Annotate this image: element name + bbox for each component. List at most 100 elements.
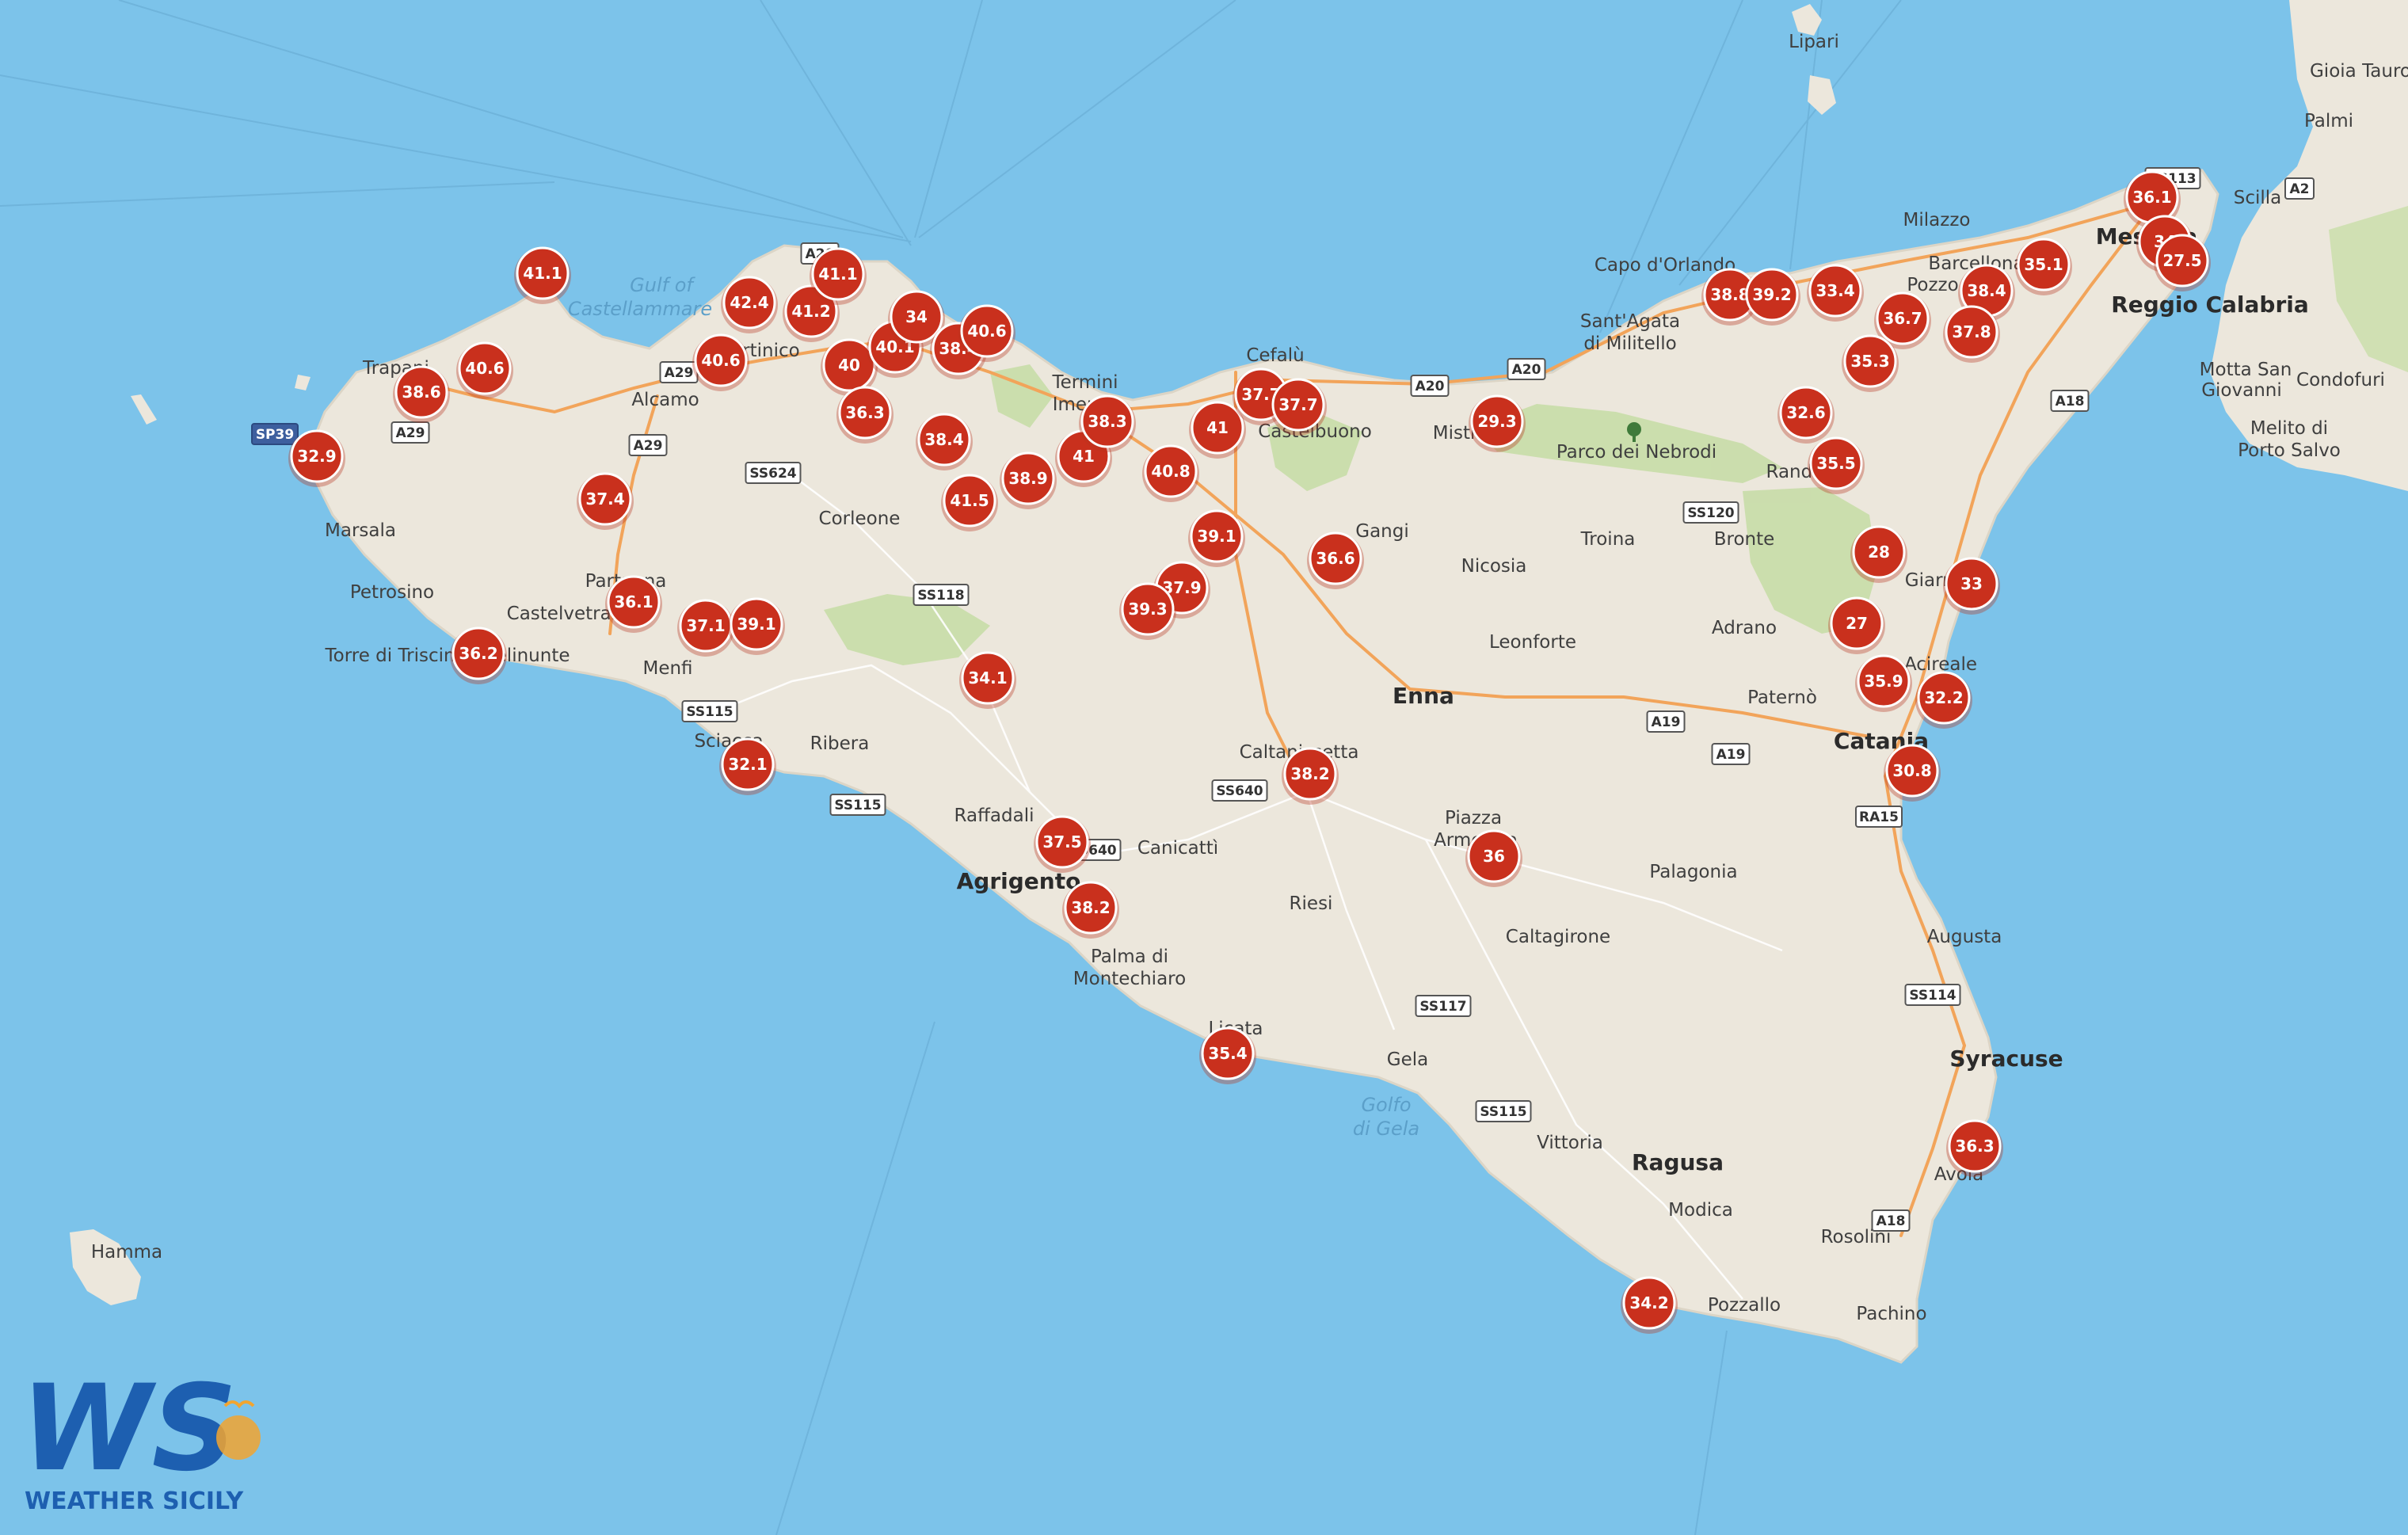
place-label: Alcamo — [631, 390, 699, 410]
temperature-marker[interactable]: 36.2 — [450, 627, 507, 684]
road-shield: A20 — [1507, 358, 1546, 380]
temperature-marker[interactable]: 38.6 — [393, 365, 450, 423]
temperature-marker[interactable]: 33.4 — [1807, 264, 1864, 322]
place-label: Augusta — [1927, 927, 2002, 947]
temperature-marker[interactable]: 40.6 — [456, 341, 513, 399]
road-shield: SP39 — [251, 423, 299, 445]
temperature-marker[interactable]: 40.6 — [958, 304, 1015, 362]
road-shield-label: SS118 — [917, 588, 964, 604]
temperature-marker[interactable]: 38.4 — [916, 413, 973, 470]
place-label: Menfi — [642, 658, 692, 679]
temperature-marker[interactable]: 36.3 — [836, 386, 893, 444]
place-label: Pozzo — [1907, 275, 1958, 295]
place-label: Paternò — [1747, 688, 1817, 708]
temperature-marker[interactable]: 36 — [1465, 829, 1522, 887]
road-shield: SS115 — [1475, 1100, 1532, 1122]
temperature-marker[interactable]: 33 — [1943, 557, 2000, 615]
temperature-marker[interactable]: 29.3 — [1469, 394, 1526, 452]
temperature-marker[interactable]: 41.1 — [810, 247, 867, 305]
place-label: Canicattì — [1137, 838, 1218, 859]
temperature-marker[interactable]: 32.1 — [719, 737, 776, 795]
place-label: Giovanni — [2201, 380, 2282, 401]
place-label: Pozzallo — [1708, 1295, 1781, 1316]
temperature-marker[interactable]: 37.8 — [1943, 305, 2000, 363]
temperature-marker[interactable]: 36.1 — [605, 575, 662, 633]
temperature-marker[interactable]: 35.3 — [1842, 334, 1899, 392]
road-shield-label: A29 — [665, 365, 694, 381]
marker-temperature-label: 35.3 — [1850, 352, 1889, 371]
road-shield-label: SS115 — [686, 704, 733, 720]
temperature-marker[interactable]: 40.8 — [1142, 444, 1199, 502]
road-shield-label: SS117 — [1419, 999, 1466, 1015]
marker-temperature-label: 42.4 — [730, 293, 768, 312]
marker-temperature-label: 32.6 — [1786, 403, 1825, 422]
marker-temperature-label: 33.4 — [1816, 281, 1854, 300]
temperature-marker[interactable]: 28 — [1850, 525, 1907, 583]
temperature-marker[interactable]: 32.6 — [1777, 386, 1835, 444]
temperature-marker[interactable]: 39.1 — [1188, 509, 1245, 567]
temperature-marker[interactable]: 39.2 — [1743, 268, 1800, 326]
road-shield-label: A18 — [2056, 394, 2085, 409]
temperature-marker[interactable]: 32.9 — [288, 429, 345, 487]
road-shield: SS624 — [745, 462, 802, 484]
marker-temperature-label: 41.5 — [950, 491, 989, 510]
place-label: Scilla — [2234, 188, 2282, 208]
place-label: Palagonia — [1649, 862, 1737, 882]
road-shield-label: RA15 — [1859, 809, 1899, 825]
temperature-marker[interactable]: 34.2 — [1621, 1276, 1678, 1334]
temperature-marker[interactable]: 34.1 — [959, 651, 1016, 709]
road-shield: SS120 — [1682, 501, 1739, 524]
temperature-marker[interactable]: 39.3 — [1119, 582, 1176, 640]
road-shield: A29 — [659, 361, 699, 383]
marker-temperature-label: 40.8 — [1151, 462, 1190, 481]
temperature-marker[interactable]: 38.2 — [1282, 747, 1339, 805]
temperature-marker[interactable]: 41.1 — [514, 246, 571, 304]
temperature-marker[interactable]: 35.5 — [1808, 436, 1865, 494]
marker-temperature-label: 39.1 — [1197, 527, 1236, 546]
temperature-marker[interactable]: 37.5 — [1034, 815, 1091, 873]
temperature-marker[interactable]: 35.9 — [1855, 654, 1912, 712]
road-shield: RA15 — [1855, 806, 1903, 828]
sea-label: di Gela — [1353, 1118, 1419, 1140]
place-label: Palma di — [1091, 947, 1168, 967]
logo-letters: WS — [21, 1374, 238, 1498]
temperature-marker[interactable]: 35.1 — [2015, 238, 2072, 295]
road-shield-label: SS114 — [1909, 988, 1956, 1004]
temperature-marker[interactable]: 27 — [1828, 596, 1885, 654]
temperature-marker[interactable]: 38.3 — [1079, 394, 1136, 452]
marker-temperature-label: 41.1 — [818, 265, 857, 284]
road-shield: SS115 — [829, 794, 886, 816]
marker-temperature-label: 38.6 — [402, 383, 440, 402]
temperature-marker[interactable]: 37.4 — [577, 472, 634, 530]
place-label: Bronte — [1714, 529, 1775, 550]
temperature-marker[interactable]: 30.8 — [1884, 744, 1941, 802]
temperature-marker[interactable]: 37.7 — [1270, 378, 1327, 436]
temperature-marker[interactable]: 39.1 — [728, 597, 785, 655]
place-label: Syracuse — [1949, 1046, 2063, 1072]
place-label: Adrano — [1712, 618, 1777, 638]
place-label: Nicosia — [1461, 556, 1527, 577]
temperature-marker[interactable]: 40.6 — [692, 333, 749, 391]
temperature-marker[interactable]: 42.4 — [721, 276, 778, 333]
temperature-marker[interactable]: 36.6 — [1307, 531, 1364, 589]
temperature-marker[interactable]: 32.2 — [1915, 671, 1972, 729]
marker-temperature-label: 38.4 — [924, 430, 963, 449]
temperature-marker[interactable]: 27.5 — [2154, 234, 2211, 291]
road-shield-label: SS640 — [1216, 783, 1263, 799]
temperature-marker[interactable]: 38.9 — [1000, 451, 1057, 509]
temperature-marker[interactable]: 35.4 — [1199, 1027, 1256, 1084]
place-label: Torre di Triscina / Selinunte — [325, 646, 570, 666]
temperature-marker[interactable]: 36.3 — [1946, 1119, 2003, 1177]
marker-temperature-label: 38.9 — [1008, 469, 1047, 488]
place-label: Lipari — [1789, 32, 1839, 52]
map-canvas[interactable]: Gulf ofCastellammare Golfodi Gela Lipari G… — [0, 0, 2408, 1535]
marker-temperature-label: 35.5 — [1816, 454, 1855, 473]
marker-temperature-label: 35.4 — [1208, 1044, 1247, 1063]
temperature-marker[interactable]: 37.1 — [677, 599, 734, 657]
temperature-marker[interactable]: 41.5 — [941, 474, 998, 531]
marker-temperature-label: 32.9 — [297, 447, 336, 466]
place-label: Porto Salvo — [2238, 440, 2341, 461]
marker-temperature-label: 40 — [838, 356, 860, 375]
road-shield-label: A19 — [1716, 747, 1746, 763]
temperature-marker[interactable]: 38.2 — [1062, 881, 1119, 939]
